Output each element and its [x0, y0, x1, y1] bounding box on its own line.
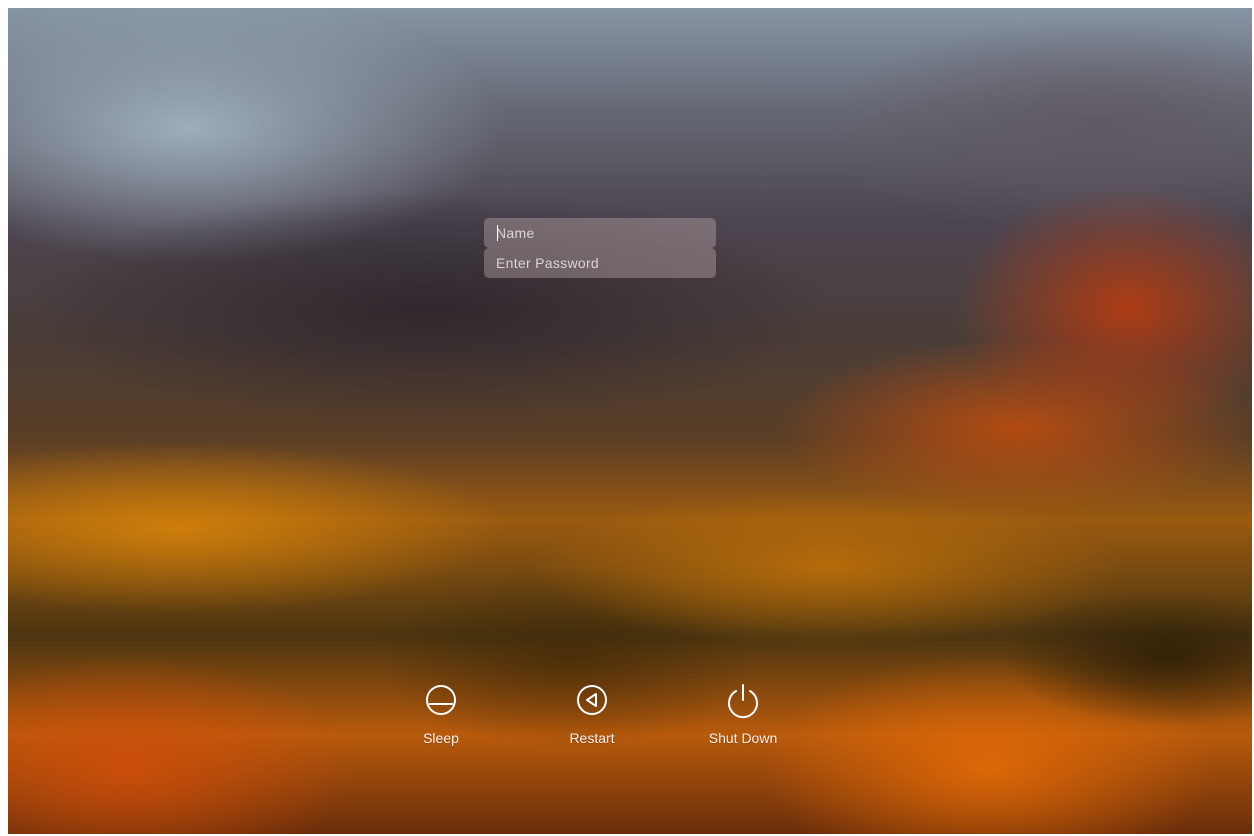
sleep-label: Sleep [423, 730, 459, 746]
sleep-button[interactable]: Sleep [391, 680, 491, 746]
shut-down-button[interactable]: Shut Down [693, 680, 793, 746]
login-screen: Sleep Restart Shut Down [8, 8, 1252, 834]
power-icon [728, 684, 758, 719]
restart-icon [577, 685, 607, 715]
restart-label: Restart [569, 730, 615, 746]
power-actions: Sleep Restart Shut Down [403, 680, 823, 750]
restart-button[interactable]: Restart [542, 680, 642, 746]
text-cursor [497, 225, 498, 241]
name-field-container [484, 218, 716, 248]
sleep-icon [426, 685, 456, 715]
password-input[interactable] [484, 248, 716, 278]
login-form [484, 218, 716, 278]
shut-down-label: Shut Down [708, 730, 778, 746]
name-input[interactable] [484, 218, 716, 248]
